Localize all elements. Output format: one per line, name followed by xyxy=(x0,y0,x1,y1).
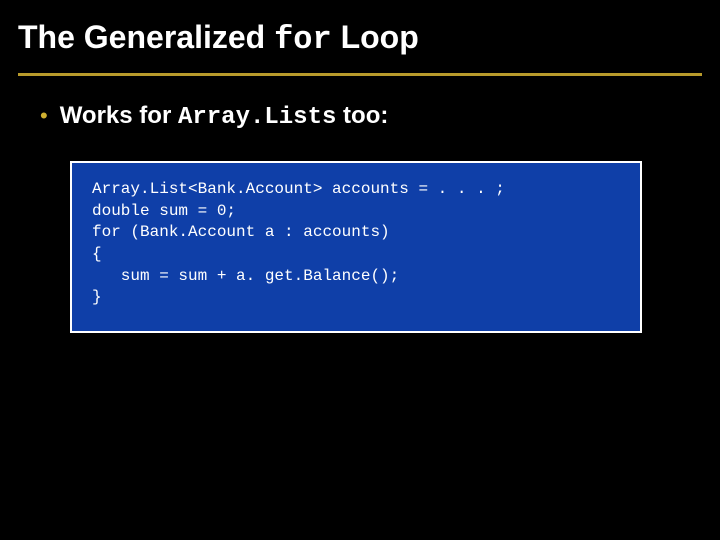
title-prefix: The Generalized xyxy=(18,19,274,55)
title-suffix: Loop xyxy=(332,19,419,55)
bullet-suffix: too: xyxy=(336,102,388,129)
bullet-dot-icon: • xyxy=(40,105,48,127)
code-box: Array.List<Bank.Account> accounts = . . … xyxy=(70,161,642,333)
code-snippet: Array.List<Bank.Account> accounts = . . … xyxy=(92,179,620,309)
bullet-prefix: Works for xyxy=(60,102,178,129)
slide-title: The Generalized for Loop xyxy=(18,20,702,57)
title-mono: for xyxy=(274,21,332,58)
bullet-mono: Array.Lists xyxy=(178,104,336,131)
title-area: The Generalized for Loop xyxy=(0,0,720,63)
bullet-item: • Works for Array.Lists too: xyxy=(40,102,702,131)
bullet-text: Works for Array.Lists too: xyxy=(60,102,389,131)
slide: The Generalized for Loop • Works for Arr… xyxy=(0,0,720,540)
slide-body: • Works for Array.Lists too: Array.List<… xyxy=(0,76,720,333)
